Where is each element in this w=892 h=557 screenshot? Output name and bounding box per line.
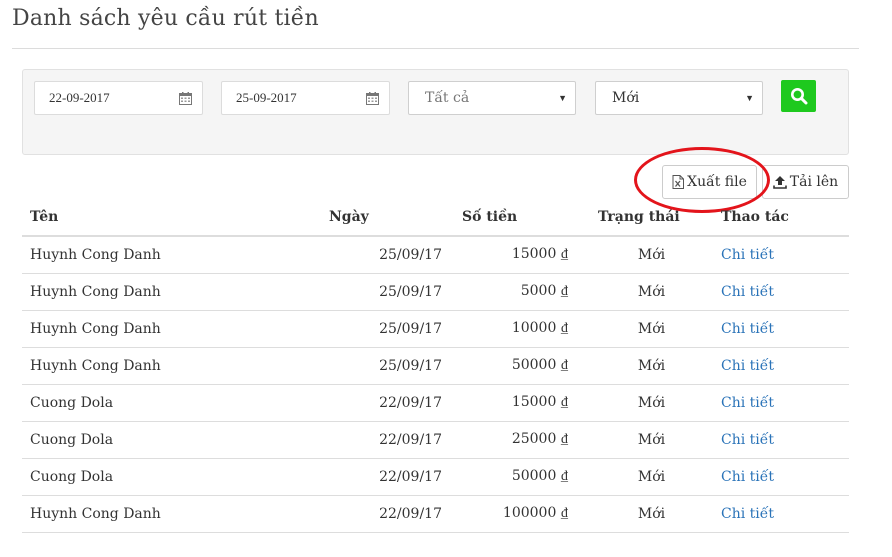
cell-status: Mới (590, 273, 713, 311)
cell-name: Huynh Cong Danh (22, 495, 321, 533)
cell-date: 25/09/17 (321, 236, 454, 274)
cell-date: 22/09/17 (321, 495, 454, 533)
cell-status: Mới (590, 421, 713, 459)
search-button[interactable] (781, 80, 816, 112)
detail-link[interactable]: Chi tiết (721, 321, 774, 337)
status-select-value: Mới (612, 90, 640, 106)
cell-date: 25/09/17 (321, 273, 454, 311)
cell-date: 22/09/17 (321, 421, 454, 459)
status-select[interactable]: Mới ▼ (595, 81, 763, 115)
detail-link[interactable]: Chi tiết (721, 247, 774, 263)
cell-amount: 25000 ₫ (454, 421, 590, 459)
cell-amount: 50000 ₫ (454, 347, 590, 385)
cell-date: 22/09/17 (321, 458, 454, 496)
detail-link[interactable]: Chi tiết (721, 395, 774, 411)
detail-link[interactable]: Chi tiết (721, 432, 774, 448)
to-date-value: 25-09-2017 (236, 90, 297, 105)
cell-amount: 15000 ₫ (454, 236, 590, 274)
upload-icon (772, 176, 787, 189)
calendar-icon (179, 91, 192, 105)
caret-down-icon: ▼ (558, 93, 567, 103)
caret-down-icon: ▼ (745, 93, 754, 103)
cell-name: Cuong Dola (22, 421, 321, 459)
detail-link[interactable]: Chi tiết (721, 469, 774, 485)
detail-link[interactable]: Chi tiết (721, 358, 774, 374)
detail-link[interactable]: Chi tiết (721, 506, 774, 522)
title-divider (12, 48, 859, 49)
cell-status: Mới (590, 458, 713, 496)
table-row: Huynh Cong Danh 25/09/17 50000 ₫ Mới Chi… (22, 347, 849, 385)
table-row: Huynh Cong Danh 22/09/17 100000 ₫ Mới Ch… (22, 495, 849, 533)
cell-date: 25/09/17 (321, 310, 454, 348)
calendar-icon (366, 91, 379, 105)
cell-name: Cuong Dola (22, 458, 321, 496)
cell-date: 25/09/17 (321, 347, 454, 385)
table-row: Cuong Dola 22/09/17 25000 ₫ Mới Chi tiết (22, 421, 849, 459)
from-date-value: 22-09-2017 (49, 90, 110, 105)
cell-date: 22/09/17 (321, 384, 454, 422)
cell-name: Huynh Cong Danh (22, 310, 321, 348)
excel-file-icon (672, 175, 685, 189)
type-select-value: Tất cả (425, 90, 470, 106)
cell-status: Mới (590, 347, 713, 385)
table-row: Huynh Cong Danh 25/09/17 5000 ₫ Mới Chi … (22, 273, 849, 311)
cell-amount: 50000 ₫ (454, 458, 590, 496)
cell-name: Cuong Dola (22, 384, 321, 422)
table-header-row: Tên Ngày Số tiền Trạng thái Thao tác (22, 199, 849, 237)
column-header-status: Trạng thái (590, 199, 713, 237)
column-header-date: Ngày (321, 199, 454, 237)
cell-status: Mới (590, 384, 713, 422)
cell-name: Huynh Cong Danh (22, 273, 321, 311)
cell-name: Huynh Cong Danh (22, 236, 321, 274)
cell-amount: 5000 ₫ (454, 273, 590, 311)
export-file-button[interactable]: Xuất file (662, 165, 757, 199)
from-date-input[interactable]: 22-09-2017 (34, 81, 203, 115)
type-select[interactable]: Tất cả ▼ (408, 81, 576, 115)
column-header-amount: Số tiền (454, 199, 590, 237)
table-row: Huynh Cong Danh 25/09/17 10000 ₫ Mới Chi… (22, 310, 849, 348)
cell-name: Huynh Cong Danh (22, 347, 321, 385)
page-title: Danh sách yêu cầu rút tiền (12, 6, 319, 31)
search-icon (790, 88, 807, 105)
upload-label: Tải lên (789, 174, 839, 190)
table-row: Huynh Cong Danh 25/09/17 15000 ₫ Mới Chi… (22, 236, 849, 274)
cell-amount: 100000 ₫ (454, 495, 590, 533)
table-row: Cuong Dola 22/09/17 50000 ₫ Mới Chi tiết (22, 458, 849, 496)
upload-button[interactable]: Tải lên (762, 165, 849, 199)
cell-status: Mới (590, 236, 713, 274)
cell-amount: 10000 ₫ (454, 310, 590, 348)
cell-amount: 15000 ₫ (454, 384, 590, 422)
filter-panel: 22-09-2017 25-09-2017 Tất cả ▼ Mới ▼ (22, 69, 849, 155)
detail-link[interactable]: Chi tiết (721, 284, 774, 300)
export-file-label: Xuất file (687, 174, 747, 190)
to-date-input[interactable]: 25-09-2017 (221, 81, 390, 115)
cell-status: Mới (590, 495, 713, 533)
column-header-name: Tên (22, 199, 321, 237)
cell-status: Mới (590, 310, 713, 348)
table-row: Cuong Dola 22/09/17 15000 ₫ Mới Chi tiết (22, 384, 849, 422)
column-header-actions: Thao tác (713, 199, 849, 237)
withdrawal-requests-table: Tên Ngày Số tiền Trạng thái Thao tác Huy… (22, 199, 849, 533)
